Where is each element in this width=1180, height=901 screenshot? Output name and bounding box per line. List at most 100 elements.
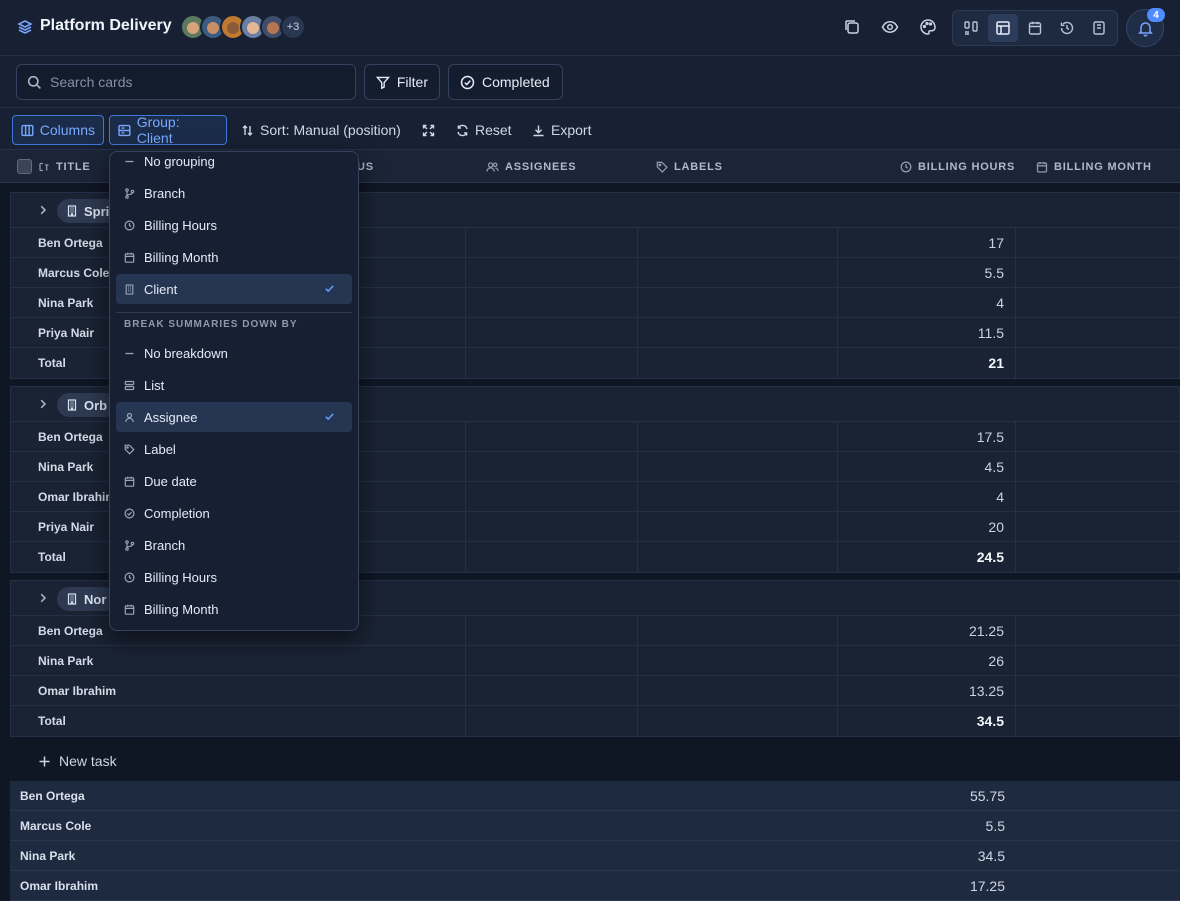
list-icon — [124, 380, 135, 390]
filter-button[interactable]: Filter — [364, 64, 440, 100]
layers-icon — [17, 20, 33, 34]
menu-item-billing-hours[interactable]: Billing Hours — [116, 562, 352, 592]
export-label: Export — [551, 122, 592, 138]
palette-icon[interactable] — [919, 18, 937, 36]
group-icon — [118, 124, 131, 136]
branch-icon — [125, 187, 135, 199]
expand-button[interactable] — [414, 115, 449, 145]
reset-label: Reset — [475, 122, 512, 138]
total-value: 34.5 — [976, 713, 1004, 729]
menu-item-billing-hours[interactable]: Billing Hours — [116, 210, 352, 240]
history-view-button[interactable] — [1052, 14, 1082, 42]
summary-name: Ben Ortega — [20, 789, 85, 803]
branch-icon — [125, 539, 135, 551]
chevron-right-icon[interactable] — [37, 592, 49, 604]
chevron-right-icon[interactable] — [37, 398, 49, 410]
check-icon — [325, 413, 334, 421]
menu-item-no-breakdown[interactable]: No breakdown — [116, 338, 352, 368]
menu-item-list[interactable]: List — [116, 370, 352, 400]
clock-icon — [124, 571, 135, 583]
eye-icon[interactable] — [881, 18, 899, 36]
sort-label: Sort: Manual (position) — [260, 122, 401, 138]
refresh-icon — [457, 124, 468, 136]
menu-item-no-grouping[interactable]: No grouping — [116, 152, 352, 176]
column-header-status[interactable]: US — [357, 150, 374, 183]
search-box[interactable] — [16, 64, 356, 100]
completed-button[interactable]: Completed — [448, 64, 563, 100]
sort-icon — [242, 124, 253, 136]
summary-row: Marcus Cole 5.5 — [10, 811, 1180, 841]
summary-value: 5.5 — [985, 818, 1005, 834]
filter-label: Filter — [396, 74, 428, 90]
columns-icon — [21, 124, 34, 136]
table-icon — [996, 21, 1010, 35]
group-button[interactable]: Group: Client — [109, 114, 227, 146]
building-icon — [67, 593, 77, 605]
assignee-name: Omar Ibrahim — [38, 490, 117, 504]
table-view-button[interactable] — [988, 14, 1018, 42]
billing-hours-value: 21.25 — [968, 623, 1004, 639]
new-task-button[interactable]: New task — [38, 753, 117, 769]
calendar-icon — [124, 604, 135, 615]
copy-icon[interactable] — [843, 18, 861, 36]
view-toolbar: Columns Group: Client Sort: Manual (posi… — [0, 108, 1180, 150]
assignee-name: Priya Nair — [38, 326, 95, 340]
download-icon — [533, 125, 544, 136]
filter-icon — [376, 76, 390, 89]
menu-item-billing-month[interactable]: Billing Month — [116, 242, 352, 272]
board-view-button[interactable] — [956, 14, 986, 42]
summary-value: 55.75 — [969, 788, 1005, 804]
assignee-name: Ben Ortega — [38, 236, 103, 250]
new-task-label: New task — [59, 753, 117, 769]
menu-item-client[interactable]: Client — [116, 274, 352, 304]
group-name: Orb — [84, 397, 108, 413]
billing-hours-value: 20 — [988, 519, 1004, 535]
column-header-billing-month[interactable]: BILLING MONTH — [1036, 150, 1152, 183]
assignee-name: Priya Nair — [38, 520, 95, 534]
table-row[interactable]: Omar Ibrahim 13.25 — [11, 676, 1179, 706]
group-name: Nor — [84, 591, 107, 607]
menu-item-label[interactable]: Label — [116, 434, 352, 464]
group-label: Group: Client — [136, 114, 180, 146]
text-icon — [39, 162, 49, 171]
menu-item-branch[interactable]: Branch — [116, 178, 352, 208]
notes-view-button[interactable] — [1084, 14, 1114, 42]
column-header-labels[interactable]: LABELS — [656, 150, 723, 183]
reset-button[interactable]: Reset — [448, 115, 520, 145]
export-button[interactable]: Export — [524, 115, 599, 145]
member-avatars[interactable]: +3 — [180, 14, 306, 40]
billing-hours-value: 26 — [988, 653, 1004, 669]
tag-icon — [656, 161, 668, 173]
menu-item-completion[interactable]: Completion — [116, 498, 352, 528]
menu-item-due-date[interactable]: Due date — [116, 466, 352, 496]
summary-name: Nina Park — [20, 849, 76, 863]
chevron-right-icon[interactable] — [37, 204, 49, 216]
calendar-icon — [1028, 21, 1042, 35]
search-input[interactable] — [50, 74, 340, 90]
more-members-count[interactable]: +3 — [280, 14, 306, 40]
column-header-assignees[interactable]: ASSIGNEES — [486, 150, 576, 183]
menu-divider — [116, 312, 352, 313]
calendar-view-button[interactable] — [1020, 14, 1050, 42]
select-all-checkbox[interactable] — [17, 159, 32, 174]
menu-item-branch[interactable]: Branch — [116, 530, 352, 560]
column-header-title[interactable]: TITLE — [38, 150, 91, 183]
column-header-billing-hours[interactable]: BILLING HOURS — [900, 150, 1015, 183]
menu-item-assignee[interactable]: Assignee — [116, 402, 352, 432]
clock-icon — [124, 219, 135, 231]
notebook-icon — [1093, 21, 1105, 35]
summary-name: Marcus Cole — [20, 819, 92, 833]
assignee-name: Marcus Cole — [38, 266, 110, 280]
columns-button[interactable]: Columns — [12, 115, 104, 145]
summary-value: 17.25 — [969, 878, 1005, 894]
calendar-icon — [1036, 161, 1048, 173]
table-row[interactable]: Nina Park 26 — [11, 646, 1179, 676]
menu-item-billing-month[interactable]: Billing Month — [116, 594, 352, 624]
summary-value: 34.5 — [977, 848, 1005, 864]
sort-button[interactable]: Sort: Manual (position) — [233, 115, 409, 145]
total-row: Total 34.5 — [11, 706, 1179, 736]
billing-hours-value: 5.5 — [984, 265, 1004, 281]
building-icon — [125, 283, 134, 295]
breakdown-heading: BREAK SUMMARIES DOWN BY — [124, 319, 298, 330]
summary-footer: Ben Ortega 55.75 Marcus Cole 5.5 Nina Park… — [10, 781, 1180, 901]
